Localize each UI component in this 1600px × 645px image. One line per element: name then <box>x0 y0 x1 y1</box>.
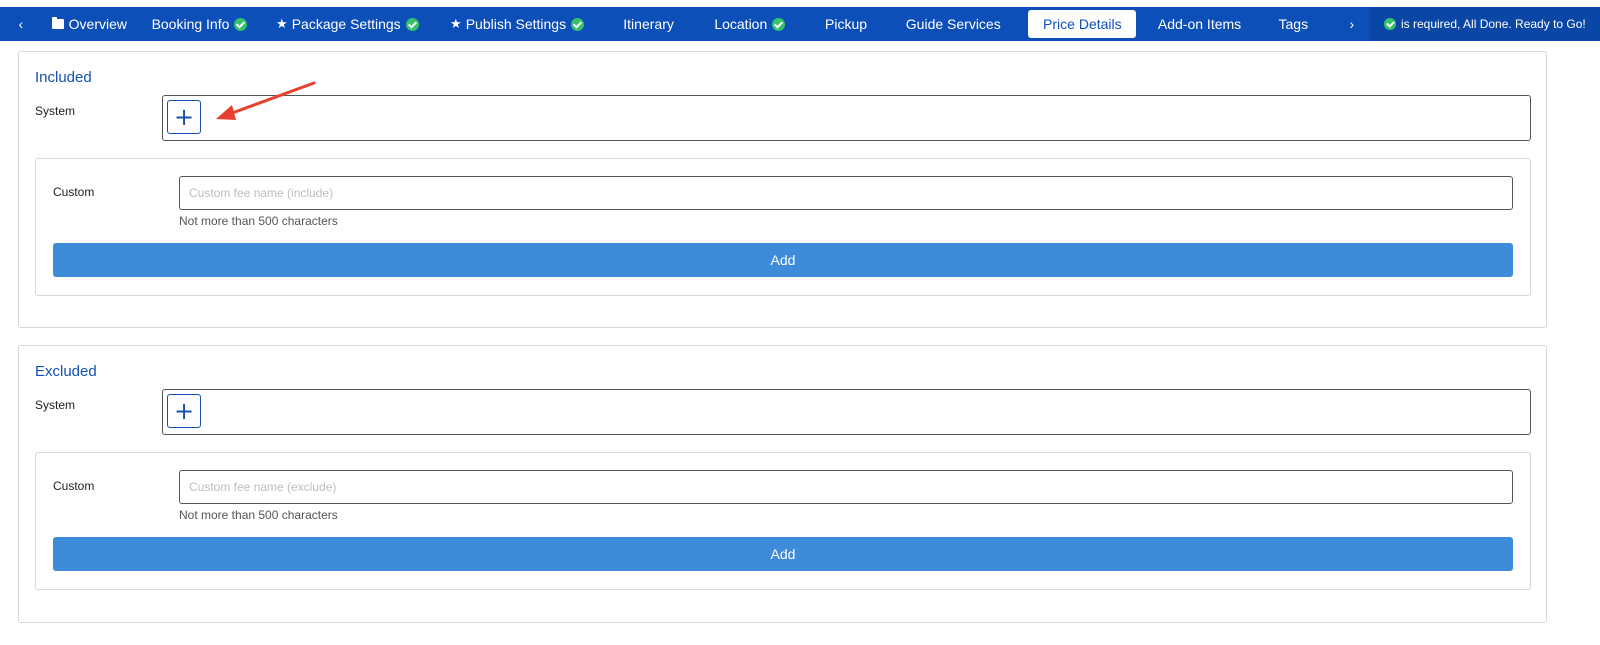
annotation-arrow-icon <box>216 81 316 120</box>
custom-label: Custom <box>53 479 95 493</box>
tab-itinerary[interactable]: Itinerary <box>601 7 695 41</box>
custom-fee-input[interactable] <box>179 176 1513 210</box>
add-custom-fee-button[interactable]: Add <box>53 243 1513 277</box>
plus-icon: + <box>173 397 195 425</box>
system-items-box: + <box>162 389 1531 435</box>
add-system-fee-button[interactable]: + <box>167 394 201 428</box>
tab-label: Price Details <box>1043 16 1122 32</box>
star-icon: ★ <box>450 16 462 31</box>
section-title: Included <box>35 69 92 86</box>
top-nav-bar: ‹ Overview Booking Info ★ Package Settin… <box>0 7 1600 41</box>
check-circle-icon <box>405 17 419 31</box>
tab-label: Location <box>714 16 768 32</box>
nav-prev-arrow[interactable]: ‹ <box>0 7 42 41</box>
tab-add-on-items[interactable]: Add-on Items <box>1146 7 1252 41</box>
tab-guide-services[interactable]: Guide Services <box>888 7 1018 41</box>
tab-package-settings[interactable]: ★ Package Settings <box>262 7 433 41</box>
status-indicator: is required, All Done. Ready to Go! <box>1369 7 1600 41</box>
tab-label: Publish Settings <box>465 16 567 32</box>
custom-fee-input[interactable] <box>179 470 1513 504</box>
custom-label: Custom <box>53 185 95 199</box>
tab-overview[interactable]: Overview <box>42 7 137 41</box>
check-circle-icon <box>234 17 248 31</box>
check-circle-icon <box>571 17 585 31</box>
tab-tags[interactable]: Tags <box>1253 7 1334 41</box>
system-items-box: + <box>162 95 1531 141</box>
tab-label: Guide Services <box>905 16 1001 32</box>
status-text: is required, All Done. Ready to Go! <box>1400 17 1586 31</box>
tab-booking-info[interactable]: Booking Info <box>137 7 262 41</box>
custom-fee-panel: Custom Not more than 500 characters Add <box>35 158 1531 296</box>
tab-pickup[interactable]: Pickup <box>804 7 888 41</box>
tab-label: Package Settings <box>291 16 401 32</box>
tab-label: Booking Info <box>151 16 230 32</box>
tab-location[interactable]: Location <box>696 7 804 41</box>
tab-label: Tags <box>1278 16 1309 32</box>
add-custom-fee-button[interactable]: Add <box>53 537 1513 571</box>
character-limit-hint: Not more than 500 characters <box>179 508 338 522</box>
tab-price-details[interactable]: Price Details <box>1028 10 1137 38</box>
plus-icon: + <box>173 103 195 131</box>
section-title: Excluded <box>35 363 97 380</box>
tab-publish-settings[interactable]: ★ Publish Settings <box>433 7 602 41</box>
excluded-section: Excluded System + Custom Not more than 5… <box>18 345 1547 623</box>
tab-label: Itinerary <box>623 16 674 32</box>
tab-label: Pickup <box>825 16 868 32</box>
system-label: System <box>35 104 76 118</box>
add-system-fee-button[interactable]: + <box>167 100 201 134</box>
system-label: System <box>35 398 76 412</box>
check-circle-icon <box>772 17 786 31</box>
tab-label: Overview <box>68 16 127 32</box>
check-circle-icon <box>1383 18 1396 30</box>
tab-label: Add-on Items <box>1157 16 1242 32</box>
folder-icon <box>51 17 64 29</box>
nav-next-arrow[interactable]: › <box>1334 7 1370 41</box>
character-limit-hint: Not more than 500 characters <box>179 214 338 228</box>
star-icon: ★ <box>276 16 288 31</box>
custom-fee-panel: Custom Not more than 500 characters Add <box>35 452 1531 590</box>
